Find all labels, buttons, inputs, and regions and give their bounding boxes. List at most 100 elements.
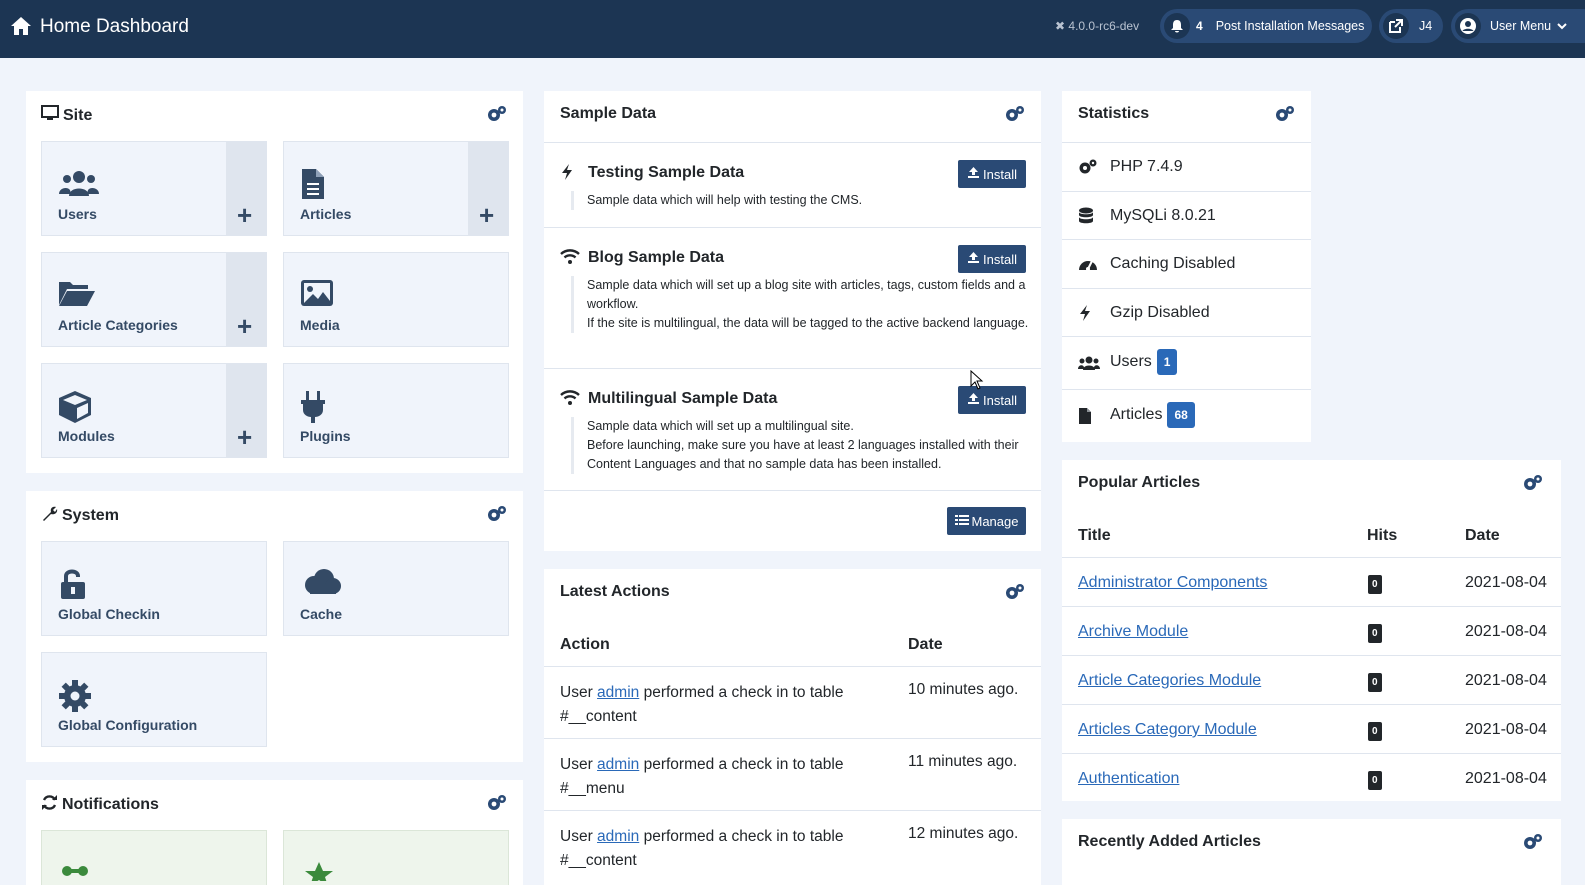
- joomla-icon: ✖: [1055, 19, 1066, 33]
- recently-added-title: Recently Added Articles: [1078, 833, 1261, 850]
- sample-data-options-gear-icon[interactable]: [1004, 105, 1026, 123]
- article-link[interactable]: Archive Module: [1078, 623, 1188, 641]
- install-blog-button[interactable]: Install: [958, 245, 1026, 273]
- tile-label: Modules: [58, 428, 115, 444]
- stat-row-articles: Articles 68: [1062, 389, 1311, 442]
- table-row: Authentication 0 2021-08-04: [1062, 753, 1561, 802]
- plus-icon: +: [237, 200, 253, 230]
- tile-modules[interactable]: Modules +: [41, 363, 267, 458]
- column-header-date: Date: [1465, 527, 1500, 544]
- version-text: 4.0.0-rc6-dev: [1068, 19, 1140, 33]
- description-line: Sample data which will help with testing…: [587, 193, 863, 207]
- database-icon: [1078, 207, 1094, 230]
- sample-data-item-multilingual: Multilingual Sample Data Install Sample …: [544, 368, 1041, 490]
- article-link[interactable]: Authentication: [1078, 770, 1179, 788]
- stat-row-gzip: Gzip Disabled: [1062, 288, 1311, 336]
- plug-icon: [300, 390, 326, 429]
- sample-data-item-title: Testing Sample Data: [588, 164, 745, 181]
- column-header-action: Action: [560, 636, 610, 653]
- description-line: Before launching, make sure you have at …: [587, 438, 1019, 471]
- user-menu-button[interactable]: User Menu: [1451, 9, 1585, 43]
- hits-badge: 0: [1368, 673, 1382, 692]
- install-testing-button[interactable]: Install: [958, 160, 1026, 188]
- description-line: Sample data which will set up a blog sit…: [587, 278, 1026, 311]
- tile-label: Users: [58, 206, 97, 222]
- manage-button[interactable]: Manage: [947, 507, 1026, 535]
- latest-actions-title: Latest Actions: [560, 583, 670, 600]
- table-row: User admin performed a check in to table…: [544, 810, 1041, 882]
- stat-row-caching: Caching Disabled: [1062, 239, 1311, 288]
- sample-data-title: Sample Data: [560, 105, 657, 122]
- sample-data-footer: Manage: [544, 490, 1041, 551]
- users-icon: [58, 168, 100, 203]
- install-multilingual-button[interactable]: Install: [958, 386, 1026, 414]
- hits-badge: 0: [1368, 722, 1382, 741]
- popular-articles-options-gear-icon[interactable]: [1522, 474, 1544, 492]
- add-module-button[interactable]: +: [226, 364, 266, 457]
- tile-users[interactable]: Users +: [41, 141, 267, 236]
- column-header-hits: Hits: [1367, 527, 1398, 544]
- hits-badge: 0: [1368, 771, 1382, 790]
- article-date: 2021-08-04: [1465, 770, 1547, 787]
- joomla-icon: [60, 861, 90, 885]
- action-date: 11 minutes ago.: [908, 753, 1018, 770]
- articles-count-badge: 68: [1167, 402, 1195, 428]
- popular-articles-card: Popular Articles Title Hits Date Adminis…: [1062, 460, 1561, 801]
- plus-icon: +: [237, 422, 253, 452]
- add-user-button[interactable]: +: [226, 142, 266, 235]
- wifi-icon: [560, 248, 580, 269]
- add-article-button[interactable]: +: [468, 142, 508, 235]
- tile-global-checkin[interactable]: Global Checkin: [41, 541, 267, 636]
- notification-tile-star[interactable]: [283, 830, 509, 885]
- stat-label: Caching Disabled: [1110, 255, 1236, 272]
- site-link-label: J4: [1419, 19, 1433, 33]
- notifications-card: Notifications: [26, 780, 523, 885]
- tile-label: Global Configuration: [58, 717, 198, 733]
- latest-actions-options-gear-icon[interactable]: [1004, 583, 1026, 601]
- site-card-title: Site: [41, 105, 92, 126]
- stat-row-users: Users 1: [1062, 336, 1311, 389]
- tile-media[interactable]: Media: [283, 252, 509, 347]
- tile-global-configuration[interactable]: Global Configuration: [41, 652, 267, 747]
- user-link[interactable]: admin: [597, 756, 639, 773]
- tile-cache[interactable]: Cache: [283, 541, 509, 636]
- article-link[interactable]: Articles Category Module: [1078, 721, 1257, 739]
- table-row: Articles Category Module 0 2021-08-04: [1062, 704, 1561, 753]
- site-link-button[interactable]: J4: [1379, 9, 1443, 43]
- system-options-gear-icon[interactable]: [486, 505, 508, 523]
- stat-label: PHP 7.4.9: [1110, 158, 1183, 175]
- wifi-icon: [560, 389, 580, 410]
- tile-article-categories[interactable]: Article Categories +: [41, 252, 267, 347]
- stat-label: MySQLi 8.0.21: [1110, 207, 1216, 224]
- sample-data-card: Sample Data Testing Sample Data Install …: [544, 91, 1041, 551]
- wrench-icon: [41, 505, 58, 527]
- sample-data-item-description: Sample data which will set up a blog sit…: [571, 276, 1033, 333]
- article-date: 2021-08-04: [1465, 574, 1547, 591]
- page-title: Home Dashboard: [40, 16, 189, 37]
- tile-articles[interactable]: Articles +: [283, 141, 509, 236]
- recently-added-options-gear-icon[interactable]: [1522, 833, 1544, 851]
- add-category-button[interactable]: +: [226, 253, 266, 346]
- install-label: Install: [983, 166, 1017, 182]
- article-date: 2021-08-04: [1465, 623, 1547, 640]
- notification-tile-joomla[interactable]: [41, 830, 267, 885]
- post-installation-messages-button[interactable]: 4 Post Installation Messages: [1160, 9, 1372, 43]
- user-link[interactable]: admin: [597, 828, 639, 845]
- user-link[interactable]: admin: [597, 684, 639, 701]
- table-row: Archive Module 0 2021-08-04: [1062, 606, 1561, 655]
- site-options-gear-icon[interactable]: [486, 105, 508, 123]
- users-icon: [1078, 355, 1100, 376]
- tile-plugins[interactable]: Plugins: [283, 363, 509, 458]
- list-icon: [954, 514, 969, 529]
- article-link[interactable]: Administrator Components: [1078, 574, 1267, 592]
- action-prefix: User: [560, 684, 598, 701]
- description-line: If the site is multilingual, the data wi…: [587, 316, 1029, 330]
- stat-articles: Articles 68: [1110, 402, 1195, 428]
- home-icon: [10, 16, 32, 41]
- top-header: Home Dashboard ✖ 4.0.0-rc6-dev 4 Post In…: [0, 0, 1585, 58]
- article-link[interactable]: Article Categories Module: [1078, 672, 1261, 690]
- table-row: Article Categories Module 0 2021-08-04: [1062, 655, 1561, 704]
- statistics-options-gear-icon[interactable]: [1274, 105, 1296, 123]
- notifications-options-gear-icon[interactable]: [486, 794, 508, 812]
- action-text: User admin performed a check in to table…: [560, 825, 870, 873]
